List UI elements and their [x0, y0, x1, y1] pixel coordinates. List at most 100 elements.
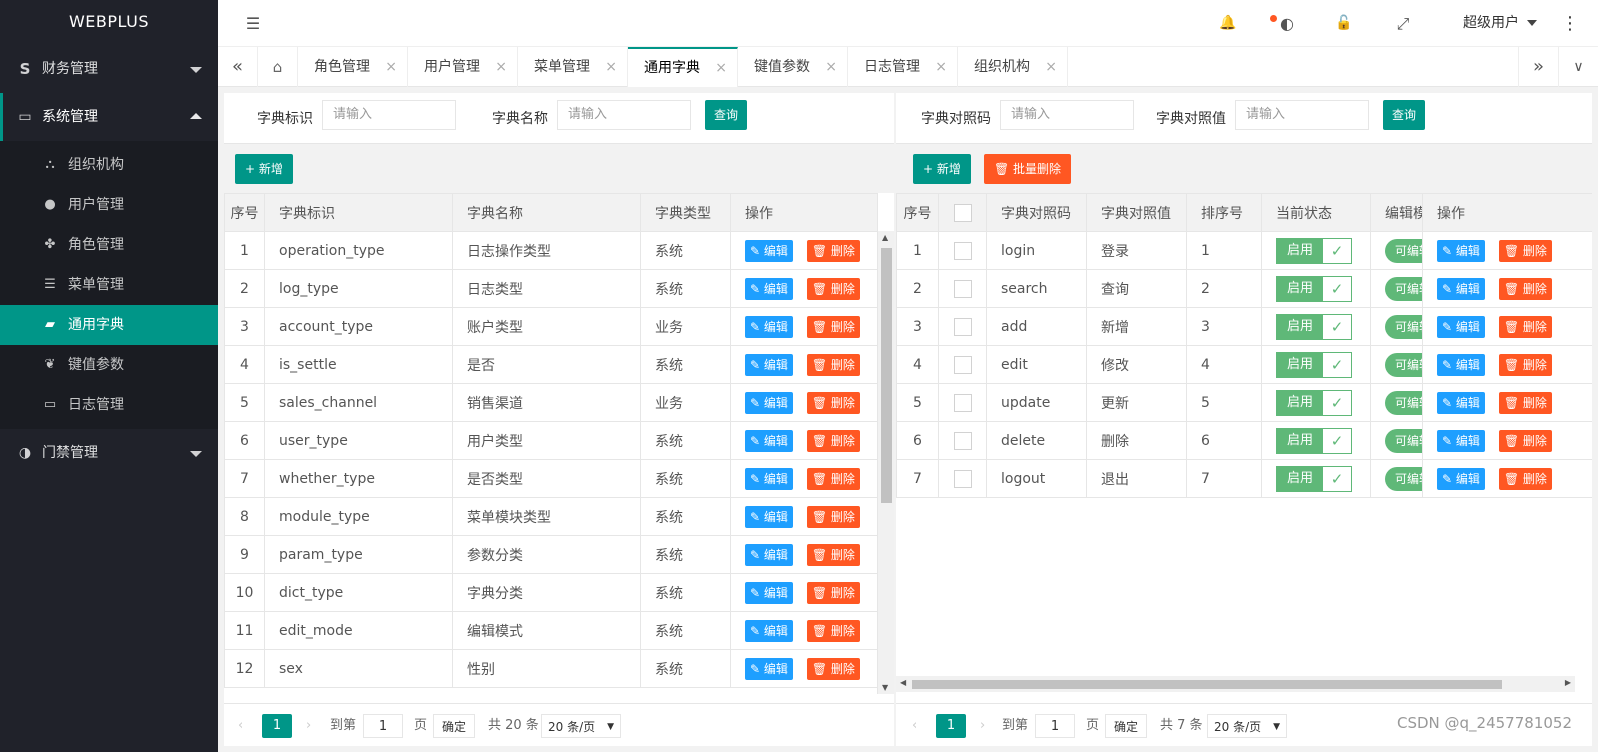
- dict-table-scrollbar[interactable]: ▲ ▼: [877, 231, 894, 694]
- menu-collapse-icon[interactable]: ☰: [238, 0, 268, 47]
- delete-button[interactable]: 🗑 删除: [1498, 315, 1552, 338]
- edit-button[interactable]: ✎ 编辑: [745, 429, 793, 452]
- edit-button[interactable]: ✎ 编辑: [745, 467, 793, 490]
- close-icon[interactable]: ×: [1045, 47, 1057, 87]
- status-toggle[interactable]: 启用 ✓: [1276, 237, 1352, 264]
- tab-params[interactable]: 键值参数 ×: [738, 47, 848, 87]
- prev-page-icon[interactable]: ‹: [238, 714, 243, 738]
- delete-button[interactable]: 🗑 删除: [806, 239, 860, 262]
- row-checkbox[interactable]: [953, 355, 972, 374]
- delete-button[interactable]: 🗑 删除: [1498, 277, 1552, 300]
- status-toggle[interactable]: 启用 ✓: [1276, 275, 1352, 302]
- edit-button[interactable]: ✎ 编辑: [745, 619, 793, 642]
- close-icon[interactable]: ×: [495, 47, 507, 87]
- edit-button[interactable]: ✎ 编辑: [745, 277, 793, 300]
- delete-button[interactable]: 🗑 删除: [806, 467, 860, 490]
- nav-group-access[interactable]: ◑ 门禁管理: [0, 429, 218, 477]
- row-checkbox[interactable]: [953, 241, 972, 260]
- scrollbar-thumb[interactable]: [912, 680, 1502, 689]
- next-page-icon[interactable]: ›: [980, 714, 985, 738]
- page-current[interactable]: 1: [936, 714, 966, 738]
- edit-button[interactable]: ✎ 编辑: [745, 581, 793, 604]
- dict-key-input[interactable]: 请输入: [322, 100, 456, 130]
- nav-group-system[interactable]: ▭ 系统管理: [0, 93, 218, 141]
- delete-button[interactable]: 🗑 删除: [806, 353, 860, 376]
- tabs-scroll-left-icon[interactable]: «: [218, 47, 258, 87]
- home-icon[interactable]: ⌂: [258, 47, 298, 87]
- batch-delete-button[interactable]: 🗑 批量删除: [984, 154, 1072, 184]
- delete-button[interactable]: 🗑 删除: [1498, 467, 1552, 490]
- close-icon[interactable]: ×: [715, 49, 727, 87]
- tab-role[interactable]: 角色管理 ×: [298, 47, 408, 87]
- tabs-scroll-right-icon[interactable]: »: [1518, 47, 1558, 87]
- edit-button[interactable]: ✎ 编辑: [745, 543, 793, 566]
- status-toggle[interactable]: 启用 ✓: [1276, 465, 1352, 492]
- edit-button[interactable]: ✎ 编辑: [745, 315, 793, 338]
- tab-org[interactable]: 组织机构 ×: [958, 47, 1068, 87]
- goto-page-input[interactable]: 1: [363, 714, 403, 738]
- status-toggle[interactable]: 启用 ✓: [1276, 427, 1352, 454]
- delete-button[interactable]: 🗑 删除: [806, 505, 860, 528]
- delete-button[interactable]: 🗑 删除: [806, 619, 860, 642]
- status-toggle[interactable]: 启用 ✓: [1276, 313, 1352, 340]
- delete-button[interactable]: 🗑 删除: [1498, 239, 1552, 262]
- tab-menu[interactable]: 菜单管理 ×: [518, 47, 628, 87]
- delete-button[interactable]: 🗑 删除: [1498, 429, 1552, 452]
- palette-icon[interactable]: ◐: [1272, 0, 1302, 47]
- edit-button[interactable]: ✎ 编辑: [1437, 315, 1485, 338]
- sidebar-item-params[interactable]: ❦ 键值参数: [0, 345, 218, 385]
- delete-button[interactable]: 🗑 删除: [806, 277, 860, 300]
- status-toggle[interactable]: 启用 ✓: [1276, 351, 1352, 378]
- delete-button[interactable]: 🗑 删除: [806, 391, 860, 414]
- page-size-select[interactable]: 20 条/页 ▼: [1207, 714, 1287, 738]
- close-icon[interactable]: ×: [605, 47, 617, 87]
- edit-button[interactable]: ✎ 编辑: [1437, 239, 1485, 262]
- dict-search-button[interactable]: 查询: [705, 100, 748, 130]
- row-checkbox[interactable]: [953, 469, 972, 488]
- lock-icon[interactable]: 🔓: [1329, 0, 1359, 47]
- sidebar-item-org[interactable]: ⛬ 组织机构: [0, 145, 218, 185]
- status-toggle[interactable]: 启用 ✓: [1276, 389, 1352, 416]
- delete-button[interactable]: 🗑 删除: [806, 543, 860, 566]
- select-all-checkbox[interactable]: [953, 203, 972, 222]
- delete-button[interactable]: 🗑 删除: [1498, 353, 1552, 376]
- goto-confirm-button[interactable]: 确定: [1105, 714, 1148, 738]
- close-icon[interactable]: ×: [825, 47, 837, 87]
- delete-button[interactable]: 🗑 删除: [806, 581, 860, 604]
- sidebar-item-dict[interactable]: ▰ 通用字典: [0, 305, 218, 345]
- edit-button[interactable]: ✎ 编辑: [745, 391, 793, 414]
- bell-icon[interactable]: 🔔: [1213, 0, 1243, 47]
- tab-user[interactable]: 用户管理 ×: [408, 47, 518, 87]
- edit-button[interactable]: ✎ 编辑: [1437, 391, 1485, 414]
- goto-page-input[interactable]: 1: [1035, 714, 1075, 738]
- user-menu[interactable]: 超级用户: [1463, 0, 1543, 47]
- edit-button[interactable]: ✎ 编辑: [745, 239, 793, 262]
- page-current[interactable]: 1: [262, 714, 292, 738]
- row-checkbox[interactable]: [953, 279, 972, 298]
- row-checkbox[interactable]: [953, 431, 972, 450]
- tab-logs[interactable]: 日志管理 ×: [848, 47, 958, 87]
- add-dict-button[interactable]: + 新增: [235, 154, 293, 184]
- dict-name-input[interactable]: 请输入: [557, 100, 691, 130]
- item-code-input[interactable]: 请输入: [1000, 100, 1134, 130]
- close-icon[interactable]: ×: [385, 47, 397, 87]
- edit-button[interactable]: ✎ 编辑: [1437, 467, 1485, 490]
- tab-dict[interactable]: 通用字典 ×: [628, 47, 738, 87]
- edit-button[interactable]: ✎ 编辑: [1437, 353, 1485, 376]
- nav-group-finance[interactable]: S 财务管理: [0, 45, 218, 93]
- scrollbar-thumb[interactable]: [881, 248, 892, 503]
- delete-button[interactable]: 🗑 删除: [806, 429, 860, 452]
- sidebar-item-roles[interactable]: ✤ 角色管理: [0, 225, 218, 265]
- delete-button[interactable]: 🗑 删除: [806, 657, 860, 680]
- sidebar-item-logs[interactable]: ▭ 日志管理: [0, 385, 218, 425]
- fullscreen-icon[interactable]: ⤢: [1388, 0, 1418, 47]
- item-search-button[interactable]: 查询: [1383, 100, 1426, 130]
- sidebar-item-menus[interactable]: ☰ 菜单管理: [0, 265, 218, 305]
- delete-button[interactable]: 🗑 删除: [1498, 391, 1552, 414]
- page-size-select[interactable]: 20 条/页 ▼: [541, 714, 621, 738]
- tabs-dropdown-icon[interactable]: ∨: [1558, 47, 1598, 87]
- row-checkbox[interactable]: [953, 317, 972, 336]
- sidebar-item-users[interactable]: ● 用户管理: [0, 185, 218, 225]
- more-icon[interactable]: ⋮: [1560, 0, 1580, 47]
- edit-button[interactable]: ✎ 编辑: [745, 353, 793, 376]
